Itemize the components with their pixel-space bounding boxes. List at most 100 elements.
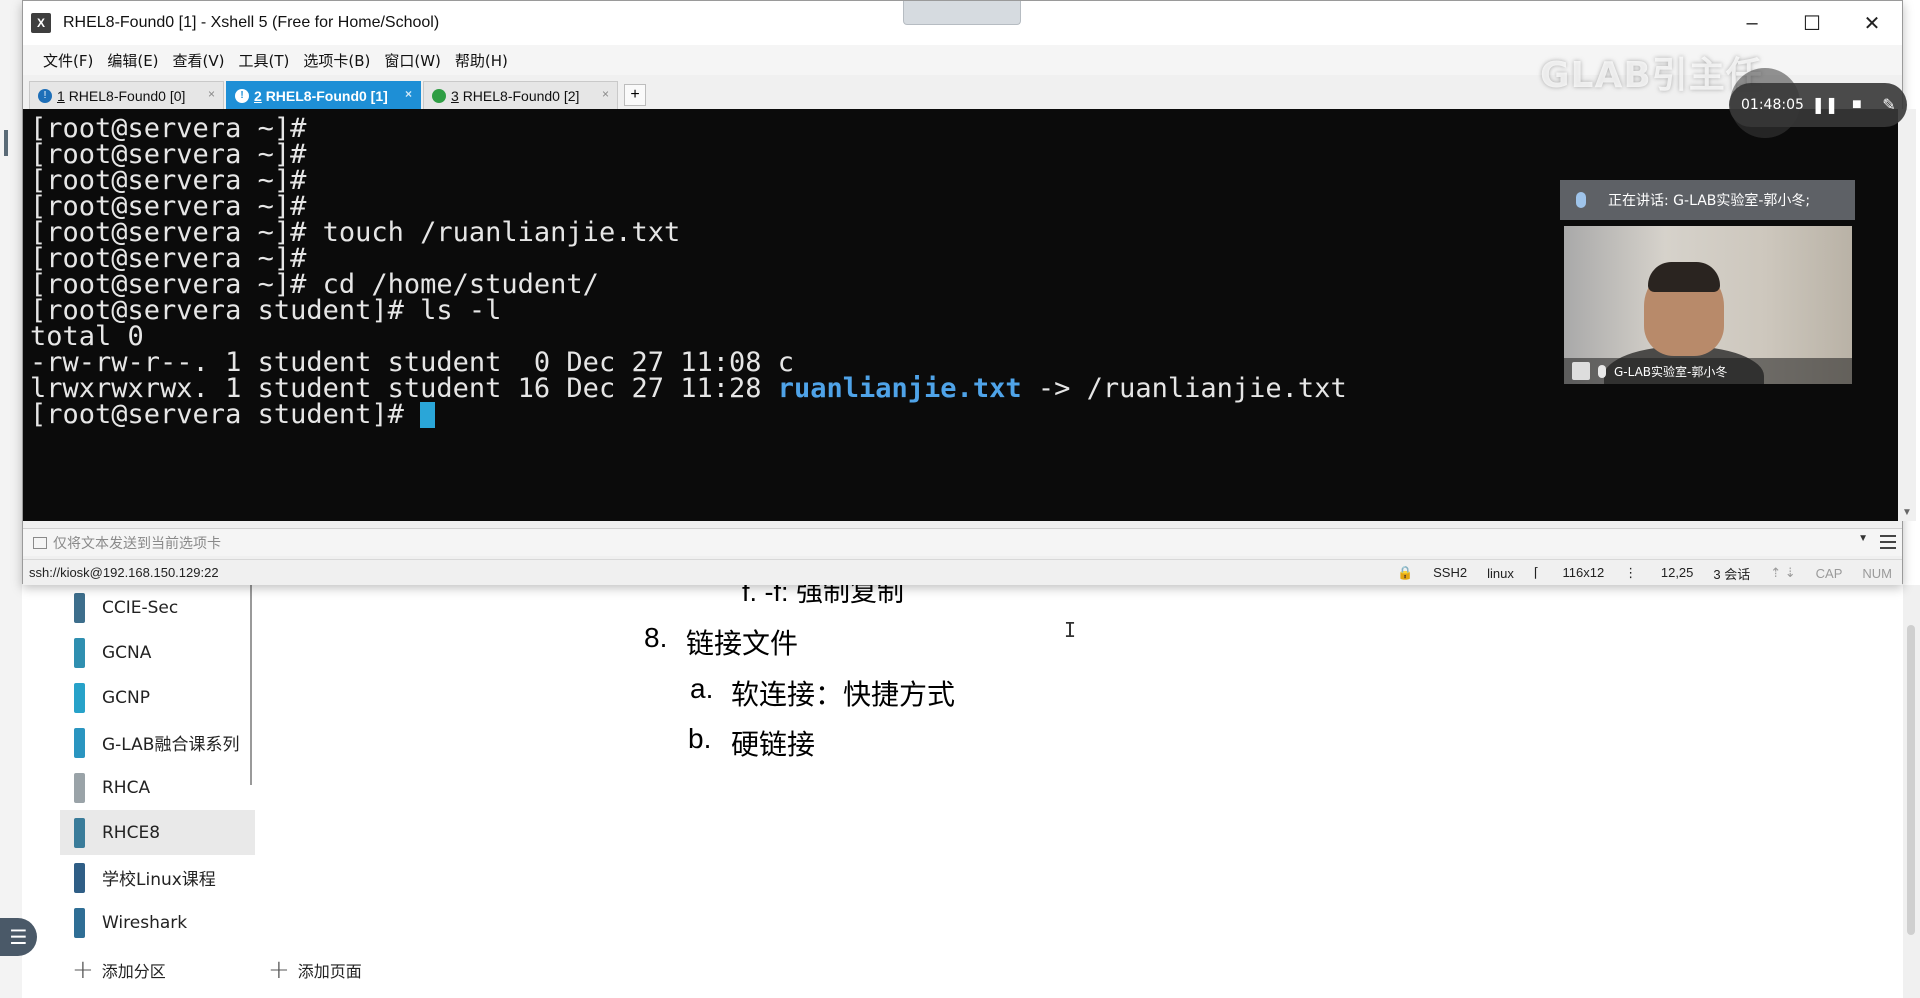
section-label: G-LAB融合课系列 [102, 735, 240, 755]
note-item-b-label: b. [688, 723, 712, 754]
terminal-prompt: [root@servera student]# [30, 399, 421, 430]
participant-video[interactable]: G-LAB实验室-郭小冬 [1564, 226, 1852, 384]
tab-session-3[interactable]: 3 RHEL8-Found0 [2] × [423, 81, 618, 109]
section-list: CCIE-Sec GCNA GCNP G-LAB融合课系列 RHCA RHCE8 [60, 585, 255, 998]
text-cursor-icon: I [1064, 618, 1077, 642]
tab-close-icon[interactable]: × [405, 87, 412, 101]
compose-bar[interactable]: 仅将文本发送到当前选项卡 ▼ [23, 528, 1902, 556]
section-color-tab [74, 592, 85, 623]
menu-tools[interactable]: 工具(T) [239, 50, 290, 71]
new-tab-button[interactable]: + [624, 84, 646, 106]
compose-icon [33, 536, 47, 549]
pen-icon[interactable]: ✎ [1878, 94, 1900, 116]
section-label: RHCE8 [102, 822, 161, 843]
session-status-icon [432, 88, 446, 103]
note-item-a-label: a. [690, 673, 714, 704]
recording-controls: 01:48:05 ❚❚ ■ ✎ [1729, 83, 1907, 127]
terminal-prompt-line: [root@servera student]# [30, 399, 436, 431]
symlink-name: ruanlianjie.txt [777, 373, 1022, 404]
scroll-thumb[interactable] [1907, 625, 1915, 935]
maximize-button[interactable]: ☐ [1782, 1, 1842, 45]
pause-icon[interactable]: ❚❚ [1811, 94, 1838, 116]
section-label: GCNP [102, 687, 151, 708]
terminal-size: ⌈ 116x12 [1533, 565, 1605, 580]
plus-icon: + [268, 955, 290, 985]
menu-edit[interactable]: 编辑(E) [107, 50, 158, 71]
microphone-icon [1576, 192, 1586, 208]
menu-help[interactable]: 帮助(H) [455, 50, 508, 71]
tab-close-icon[interactable]: × [602, 87, 609, 101]
scroll-down-icon[interactable]: ▼ [1898, 503, 1916, 521]
cursor-position: ⋮ 12,25 [1624, 565, 1694, 580]
section-label: Wireshark [102, 912, 188, 933]
menu-view[interactable]: 查看(V) [173, 50, 225, 71]
close-button[interactable]: ✕ [1842, 1, 1902, 45]
video-caption: G-LAB实验室-郭小冬 [1564, 358, 1852, 384]
tab-session-1[interactable]: ! 1 RHEL8-Found0 [0] × [29, 81, 224, 109]
xshell-logo-icon: X [31, 13, 51, 33]
section-item-ccie-sec[interactable]: CCIE-Sec [60, 585, 255, 630]
add-page-button[interactable]: + 添加页面 [268, 955, 362, 985]
section-item-rhce8[interactable]: RHCE8 [60, 810, 255, 855]
terminal-scrollbar[interactable]: ▼ [1898, 109, 1916, 521]
section-item-gcnp[interactable]: GCNP [60, 675, 255, 720]
note-heading-number: 8. [644, 622, 668, 653]
add-page-label: 添加页面 [297, 962, 362, 981]
menu-window[interactable]: 窗口(W) [384, 50, 441, 71]
session-status-icon: ! [38, 88, 52, 103]
tab-number: 1 [57, 87, 65, 104]
speaking-indicator: 正在讲话: G-LAB实验室-郭小冬; [1560, 180, 1855, 220]
section-item-school-linux[interactable]: 学校Linux课程 [60, 855, 255, 900]
session-count: 3 会话 [1713, 566, 1751, 582]
num-lock-indicator: NUM [1862, 565, 1892, 581]
symlink-target: -> /ruanlianjie.txt [1021, 373, 1347, 404]
tab-number: 3 [451, 87, 459, 104]
section-color-tab [74, 772, 85, 803]
video-person-hair [1648, 262, 1720, 292]
terminal-cursor [420, 402, 436, 428]
caps-lock-indicator: CAP [1815, 565, 1843, 581]
left-strip [0, 0, 22, 998]
strip-marker [4, 130, 8, 156]
section-label: CCIE-Sec [102, 597, 179, 618]
note-heading: 链接文件 [686, 628, 799, 659]
section-item-wireshark[interactable]: Wireshark [60, 900, 255, 945]
add-section-button[interactable]: + 添加分区 [72, 955, 166, 985]
speaking-text: 正在讲话: G-LAB实验室-郭小冬; [1608, 193, 1811, 209]
recording-timer: 01:48:05 [1741, 97, 1804, 113]
section-color-tab [74, 682, 85, 713]
section-color-tab [74, 727, 85, 758]
watermark-logo: GLAB引主任 [1540, 55, 1763, 96]
tab-number: 2 [254, 87, 262, 104]
section-label: GCNA [102, 642, 152, 663]
stop-icon[interactable]: ■ [1846, 94, 1868, 116]
section-color-tab [74, 862, 85, 893]
plus-icon: + [72, 955, 94, 985]
nav-menu-icon[interactable]: ☰ [0, 918, 37, 956]
window-title: RHEL8-Found0 [1] - Xshell 5 (Free for Ho… [63, 14, 440, 31]
menu-tab[interactable]: 选项卡(B) [303, 50, 370, 71]
window-controls: – ☐ ✕ [1722, 1, 1902, 45]
note-item-b: 硬链接 [731, 729, 816, 760]
menu-file[interactable]: 文件(F) [43, 50, 93, 71]
tab-label: RHEL8-Found0 [2] [462, 87, 580, 104]
section-item-glab[interactable]: G-LAB融合课系列 [60, 720, 255, 765]
section-item-rhca[interactable]: RHCA [60, 765, 255, 810]
title-bar[interactable]: X RHEL8-Found0 [1] - Xshell 5 (Free for … [23, 1, 1902, 45]
section-color-tab [74, 637, 85, 668]
compose-menu-icon[interactable] [1880, 535, 1896, 549]
tab-session-2[interactable]: ! 2 RHEL8-Found0 [1] × [226, 81, 421, 109]
sidebar-scrollbar[interactable] [250, 585, 252, 785]
section-label: RHCA [102, 777, 151, 798]
transfer-arrows-icon: ⇡ ⇣ [1770, 565, 1796, 580]
compose-dropdown-icon[interactable]: ▼ [1858, 533, 1868, 544]
terminal-type: linux [1487, 565, 1514, 581]
section-label: 学校Linux课程 [102, 870, 216, 890]
section-item-gcna[interactable]: GCNA [60, 630, 255, 675]
minimize-button[interactable]: – [1722, 1, 1782, 45]
page-scrollbar[interactable] [1903, 585, 1920, 998]
status-bar: ssh://kiosk@192.168.150.129:22 🔒 SSH2 lin… [23, 559, 1902, 585]
section-color-tab [74, 907, 85, 938]
tab-close-icon[interactable]: × [208, 87, 215, 101]
tab-label: RHEL8-Found0 [1] [265, 87, 388, 104]
